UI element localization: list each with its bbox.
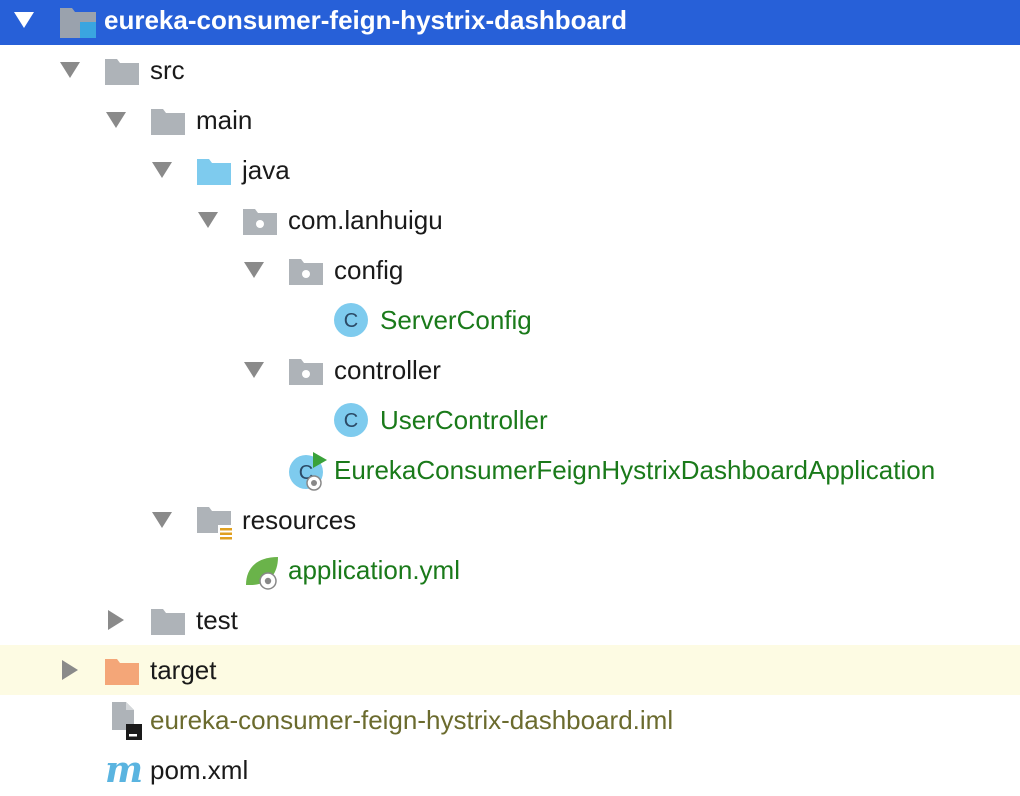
java-class-icon: C — [333, 295, 373, 345]
tree-item-test[interactable]: test — [0, 595, 1020, 645]
tree-item-package-root[interactable]: com.lanhuigu — [0, 195, 1020, 245]
module-folder-icon — [58, 0, 98, 45]
tree-item-label: eureka-consumer-feign-hystrix-dashboard.… — [150, 705, 674, 735]
tree-item-root-module[interactable]: eureka-consumer-feign-hystrix-dashboard — [0, 0, 1020, 45]
tree-item-src[interactable]: src — [0, 45, 1020, 95]
svg-text:m: m — [105, 752, 143, 791]
tree-item-label: eureka-consumer-feign-hystrix-dashboard — [104, 5, 628, 35]
expand-arrow-icon[interactable] — [196, 195, 220, 245]
folder-icon — [150, 95, 190, 145]
expand-arrow-icon[interactable] — [150, 145, 174, 195]
expand-arrow-icon[interactable] — [104, 95, 128, 145]
svg-text:C: C — [344, 410, 358, 432]
tree-item-target[interactable]: target — [0, 645, 1020, 695]
expand-arrow-icon[interactable] — [242, 245, 266, 295]
resources-folder-icon — [196, 495, 236, 545]
project-tree: eureka-consumer-feign-hystrix-dashboard … — [0, 0, 1020, 796]
tree-item-label: controller — [334, 355, 441, 385]
package-icon — [288, 345, 328, 395]
tree-item-pom[interactable]: m pom.xml — [0, 745, 1020, 795]
expand-arrow-icon[interactable] — [58, 45, 82, 95]
expand-arrow-icon[interactable] — [12, 0, 36, 45]
tree-item-user-controller[interactable]: C UserController — [0, 395, 1020, 445]
collapse-arrow-icon[interactable] — [104, 595, 128, 645]
svg-text:C: C — [344, 310, 358, 332]
tree-item-label: test — [196, 605, 238, 635]
tree-item-config[interactable]: config — [0, 245, 1020, 295]
tree-item-label: pom.xml — [150, 755, 249, 785]
tree-item-application-class[interactable]: C EurekaConsumerFeignHystrixDashboardApp… — [0, 445, 1020, 495]
tree-item-main[interactable]: main — [0, 95, 1020, 145]
tree-item-iml-file[interactable]: eureka-consumer-feign-hystrix-dashboard.… — [0, 695, 1020, 745]
tree-item-resources[interactable]: resources — [0, 495, 1020, 545]
folder-icon — [150, 595, 190, 645]
tree-item-label: com.lanhuigu — [288, 205, 443, 235]
tree-item-label: target — [150, 655, 217, 685]
spring-yaml-icon — [242, 545, 282, 595]
tree-item-label: UserController — [380, 405, 548, 435]
expand-arrow-icon[interactable] — [242, 345, 266, 395]
tree-item-label: ServerConfig — [380, 305, 532, 335]
tree-item-label: java — [242, 155, 290, 185]
package-icon — [288, 245, 328, 295]
tree-item-application-yml[interactable]: application.yml — [0, 545, 1020, 595]
excluded-folder-icon — [104, 645, 144, 695]
tree-item-java[interactable]: java — [0, 145, 1020, 195]
tree-item-label: main — [196, 105, 253, 135]
collapse-arrow-icon[interactable] — [58, 645, 82, 695]
tree-item-label: application.yml — [288, 555, 460, 585]
source-root-folder-icon — [196, 145, 236, 195]
tree-item-label: src — [150, 55, 185, 85]
package-icon — [242, 195, 282, 245]
maven-icon: m — [102, 745, 143, 795]
tree-item-label: EurekaConsumerFeignHystrixDashboardAppli… — [334, 455, 936, 485]
expand-arrow-icon[interactable] — [150, 495, 174, 545]
iml-file-icon — [106, 695, 146, 745]
java-class-icon: C — [333, 395, 373, 445]
tree-item-controller[interactable]: controller — [0, 345, 1020, 395]
tree-item-label: resources — [242, 505, 357, 535]
folder-icon — [104, 45, 144, 95]
tree-item-server-config[interactable]: C ServerConfig — [0, 295, 1020, 345]
tree-item-label: config — [334, 255, 404, 285]
spring-boot-run-class-icon: C — [288, 445, 328, 495]
